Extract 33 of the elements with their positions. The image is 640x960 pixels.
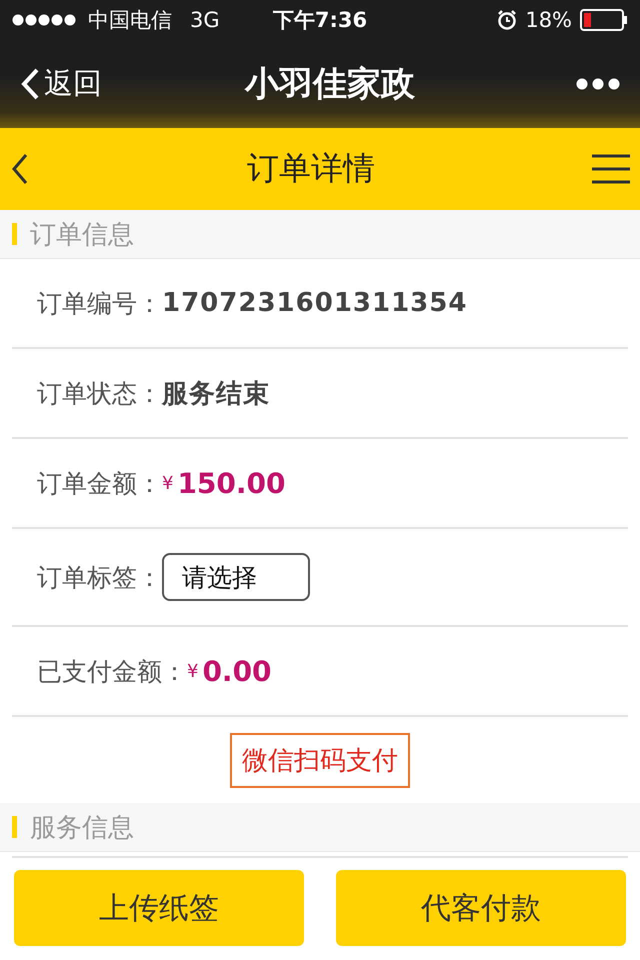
field-value: 服务结束 bbox=[162, 378, 270, 410]
battery-icon bbox=[580, 9, 628, 31]
currency-sign: ¥ bbox=[162, 472, 174, 494]
currency-sign: ¥ bbox=[187, 660, 198, 682]
amount: 150.00 bbox=[177, 466, 286, 500]
field-label: 订单金额： bbox=[37, 468, 162, 500]
page-title: 订单详情 bbox=[246, 148, 376, 189]
section-title: 订单信息 bbox=[30, 218, 134, 252]
amount: 0.00 bbox=[202, 654, 272, 688]
field-label: 订单状态： bbox=[37, 378, 162, 410]
field-value: 1707231601311354 bbox=[162, 288, 468, 318]
wechat-pay-button[interactable]: 微信扫码支付 bbox=[230, 732, 410, 788]
action-button[interactable]: 代客付款 bbox=[336, 870, 626, 946]
signal-icon bbox=[12, 14, 78, 26]
select-field[interactable]: 请选择 bbox=[162, 553, 310, 601]
menu-icon[interactable] bbox=[592, 154, 630, 184]
alarm-icon bbox=[497, 10, 518, 30]
action-button[interactable]: 上传纸签 bbox=[14, 870, 304, 946]
section-title: 服务信息 bbox=[30, 812, 134, 844]
network-type: 3G bbox=[190, 8, 220, 32]
carrier: 中国电信 bbox=[88, 7, 172, 34]
field-label: 已支付金额： bbox=[37, 656, 187, 688]
clock: 下午7:36 bbox=[272, 7, 368, 34]
battery-percent: 18% bbox=[525, 8, 572, 32]
field-label: 订单标签： bbox=[37, 562, 162, 594]
back-button[interactable]: 返回 bbox=[20, 64, 170, 104]
app-title: 小羽佳家政 bbox=[243, 63, 416, 106]
back-chevron-icon[interactable] bbox=[10, 152, 30, 186]
more-icon[interactable] bbox=[576, 78, 620, 90]
accent-bar bbox=[12, 816, 17, 838]
field-label: 订单编号： bbox=[37, 288, 162, 320]
accent-bar bbox=[12, 223, 17, 245]
chevron-icon bbox=[20, 67, 40, 101]
